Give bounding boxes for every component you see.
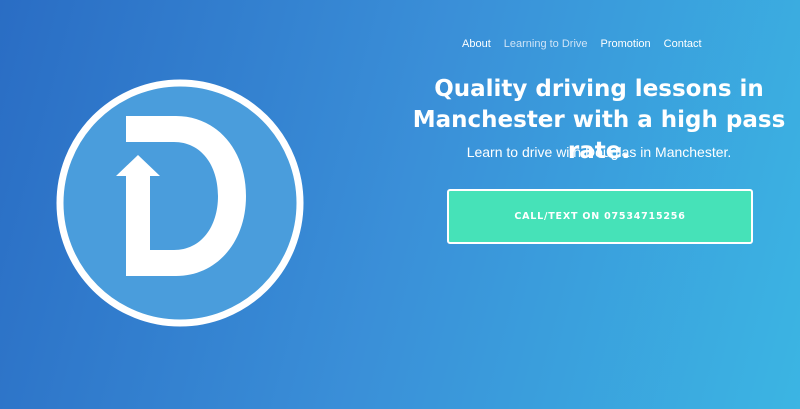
nav-item-promotion[interactable]: Promotion [601,38,651,50]
nav-item-learning-to-drive[interactable]: Learning to Drive [504,38,588,50]
d-arrow-logo-icon [56,79,304,327]
call-text-button[interactable]: CALL/TEXT ON 07534715256 [447,189,753,244]
brand-logo[interactable] [56,79,304,327]
hero-headline-line1: Quality driving lessons in [434,76,764,102]
nav-item-about[interactable]: About [462,38,491,50]
main-nav: About Learning to Drive Promotion Contac… [462,38,715,50]
hero-subheadline: Learn to drive with Douglas in Mancheste… [466,144,732,160]
hero-section: About Learning to Drive Promotion Contac… [0,0,800,409]
nav-item-contact[interactable]: Contact [664,38,702,50]
